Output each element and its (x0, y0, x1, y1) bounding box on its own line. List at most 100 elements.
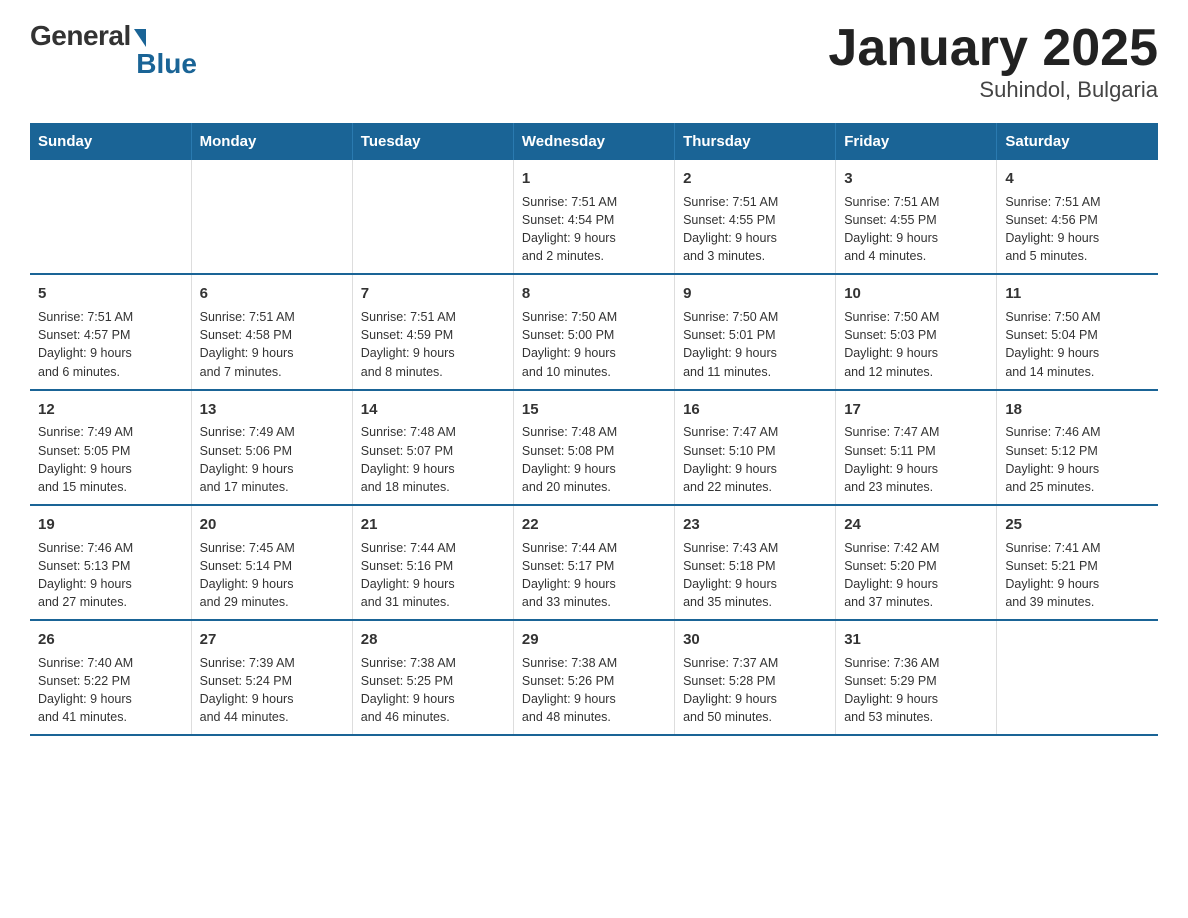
calendar-cell: 8 Sunrise: 7:50 AMSunset: 5:00 PMDaylight… (513, 274, 674, 389)
day-number: 31 (844, 629, 988, 651)
calendar-cell: 10 Sunrise: 7:50 AMSunset: 5:03 PMDayligh… (836, 274, 997, 389)
calendar-cell: 3Sunrise: 7:51 AMSunset: 4:55 PMDaylight… (836, 160, 997, 274)
calendar-cell: 15Sunrise: 7:48 AMSunset: 5:08 PMDayligh… (513, 390, 674, 505)
day-number: 28 (361, 629, 505, 651)
day-info: Sunrise: 7:46 AMSunset: 5:13 PMDaylight:… (38, 539, 183, 612)
day-info: Sunrise: 7:49 AMSunset: 5:06 PMDaylight:… (200, 423, 344, 496)
day-info: Sunrise: 7:50 AMSunset: 5:04 PMDaylight:… (1005, 308, 1150, 381)
day-info: Sunrise: 7:45 AMSunset: 5:14 PMDaylight:… (200, 539, 344, 612)
calendar-cell: 24 Sunrise: 7:42 AMSunset: 5:20 PMDayligh… (836, 505, 997, 620)
calendar-cell: 13Sunrise: 7:49 AMSunset: 5:06 PMDayligh… (191, 390, 352, 505)
day-info: Sunrise: 7:50 AMSunset: 5:00 PMDaylight:… (522, 308, 666, 381)
day-info: Sunrise: 7:36 AMSunset: 5:29 PMDaylight:… (844, 654, 988, 727)
day-info: Sunrise: 7:46 AMSunset: 5:12 PMDaylight:… (1005, 423, 1150, 496)
day-number: 13 (200, 399, 344, 421)
day-info: Sunrise: 7:38 AMSunset: 5:25 PMDaylight:… (361, 654, 505, 727)
calendar-cell: 26Sunrise: 7:40 AMSunset: 5:22 PMDayligh… (30, 620, 191, 735)
calendar-cell: 19Sunrise: 7:46 AMSunset: 5:13 PMDayligh… (30, 505, 191, 620)
day-info: Sunrise: 7:43 AMSunset: 5:18 PMDaylight:… (683, 539, 827, 612)
day-info: Sunrise: 7:42 AMSunset: 5:20 PMDaylight:… (844, 539, 988, 612)
calendar-subtitle: Suhindol, Bulgaria (828, 77, 1158, 103)
day-info: Sunrise: 7:50 AMSunset: 5:03 PMDaylight:… (844, 308, 988, 381)
day-info: Sunrise: 7:44 AMSunset: 5:16 PMDaylight:… (361, 539, 505, 612)
calendar-cell: 1 Sunrise: 7:51 AMSunset: 4:54 PMDaylight… (513, 160, 674, 274)
day-number: 22 (522, 514, 666, 536)
day-info: Sunrise: 7:51 AMSunset: 4:54 PMDaylight:… (522, 193, 666, 266)
calendar-cell (30, 160, 191, 274)
calendar-week-row: 12Sunrise: 7:49 AMSunset: 5:05 PMDayligh… (30, 390, 1158, 505)
calendar-cell (191, 160, 352, 274)
calendar-cell: 14Sunrise: 7:48 AMSunset: 5:07 PMDayligh… (352, 390, 513, 505)
calendar-cell: 31 Sunrise: 7:36 AMSunset: 5:29 PMDayligh… (836, 620, 997, 735)
day-info: Sunrise: 7:37 AMSunset: 5:28 PMDaylight:… (683, 654, 827, 727)
day-number: 7 (361, 283, 505, 305)
day-number: 21 (361, 514, 505, 536)
calendar-cell: 21 Sunrise: 7:44 AMSunset: 5:16 PMDayligh… (352, 505, 513, 620)
day-number: 1 (522, 168, 666, 190)
calendar-cell: 9 Sunrise: 7:50 AMSunset: 5:01 PMDaylight… (675, 274, 836, 389)
day-info: Sunrise: 7:51 AMSunset: 4:59 PMDaylight:… (361, 308, 505, 381)
day-info: Sunrise: 7:50 AMSunset: 5:01 PMDaylight:… (683, 308, 827, 381)
calendar-cell: 16Sunrise: 7:47 AMSunset: 5:10 PMDayligh… (675, 390, 836, 505)
calendar-cell: 5 Sunrise: 7:51 AMSunset: 4:57 PMDaylight… (30, 274, 191, 389)
calendar-cell: 29Sunrise: 7:38 AMSunset: 5:26 PMDayligh… (513, 620, 674, 735)
calendar-week-row: 1 Sunrise: 7:51 AMSunset: 4:54 PMDaylight… (30, 160, 1158, 274)
calendar-cell: 11 Sunrise: 7:50 AMSunset: 5:04 PMDayligh… (997, 274, 1158, 389)
calendar-cell: 18Sunrise: 7:46 AMSunset: 5:12 PMDayligh… (997, 390, 1158, 505)
logo: General General Blue (30, 20, 197, 80)
day-number: 6 (200, 283, 344, 305)
day-info: Sunrise: 7:51 AMSunset: 4:55 PMDaylight:… (844, 193, 988, 266)
logo-arrow-icon (134, 29, 146, 47)
day-number: 27 (200, 629, 344, 651)
day-info: Sunrise: 7:44 AMSunset: 5:17 PMDaylight:… (522, 539, 666, 612)
title-block: January 2025 Suhindol, Bulgaria (828, 20, 1158, 103)
calendar-cell (352, 160, 513, 274)
day-number: 5 (38, 283, 183, 305)
calendar-week-row: 19Sunrise: 7:46 AMSunset: 5:13 PMDayligh… (30, 505, 1158, 620)
calendar-cell (997, 620, 1158, 735)
day-number: 11 (1005, 283, 1150, 305)
weekday-header-wednesday: Wednesday (513, 123, 674, 160)
day-number: 10 (844, 283, 988, 305)
calendar-cell: 22 Sunrise: 7:44 AMSunset: 5:17 PMDayligh… (513, 505, 674, 620)
calendar-week-row: 26Sunrise: 7:40 AMSunset: 5:22 PMDayligh… (30, 620, 1158, 735)
weekday-header-row: SundayMondayTuesdayWednesdayThursdayFrid… (30, 123, 1158, 160)
day-number: 23 (683, 514, 827, 536)
day-info: Sunrise: 7:40 AMSunset: 5:22 PMDaylight:… (38, 654, 183, 727)
day-number: 8 (522, 283, 666, 305)
day-info: Sunrise: 7:41 AMSunset: 5:21 PMDaylight:… (1005, 539, 1150, 612)
day-number: 24 (844, 514, 988, 536)
day-info: Sunrise: 7:49 AMSunset: 5:05 PMDaylight:… (38, 423, 183, 496)
day-info: Sunrise: 7:38 AMSunset: 5:26 PMDaylight:… (522, 654, 666, 727)
day-info: Sunrise: 7:51 AMSunset: 4:57 PMDaylight:… (38, 308, 183, 381)
calendar-cell: 28 Sunrise: 7:38 AMSunset: 5:25 PMDayligh… (352, 620, 513, 735)
calendar-cell: 27Sunrise: 7:39 AMSunset: 5:24 PMDayligh… (191, 620, 352, 735)
weekday-header-sunday: Sunday (30, 123, 191, 160)
day-number: 20 (200, 514, 344, 536)
weekday-header-thursday: Thursday (675, 123, 836, 160)
calendar-title: January 2025 (828, 20, 1158, 77)
calendar-cell: 17Sunrise: 7:47 AMSunset: 5:11 PMDayligh… (836, 390, 997, 505)
calendar-cell: 12Sunrise: 7:49 AMSunset: 5:05 PMDayligh… (30, 390, 191, 505)
weekday-header-tuesday: Tuesday (352, 123, 513, 160)
calendar-cell: 30Sunrise: 7:37 AMSunset: 5:28 PMDayligh… (675, 620, 836, 735)
calendar-week-row: 5 Sunrise: 7:51 AMSunset: 4:57 PMDaylight… (30, 274, 1158, 389)
day-number: 16 (683, 399, 827, 421)
day-number: 25 (1005, 514, 1150, 536)
day-number: 12 (38, 399, 183, 421)
day-number: 18 (1005, 399, 1150, 421)
calendar-cell: 23 Sunrise: 7:43 AMSunset: 5:18 PMDayligh… (675, 505, 836, 620)
calendar-table: SundayMondayTuesdayWednesdayThursdayFrid… (30, 123, 1158, 736)
day-number: 2 (683, 168, 827, 190)
day-info: Sunrise: 7:47 AMSunset: 5:10 PMDaylight:… (683, 423, 827, 496)
calendar-cell: 25 Sunrise: 7:41 AMSunset: 5:21 PMDayligh… (997, 505, 1158, 620)
calendar-cell: 4Sunrise: 7:51 AMSunset: 4:56 PMDaylight… (997, 160, 1158, 274)
weekday-header-saturday: Saturday (997, 123, 1158, 160)
calendar-cell: 7 Sunrise: 7:51 AMSunset: 4:59 PMDaylight… (352, 274, 513, 389)
calendar-cell: 20 Sunrise: 7:45 AMSunset: 5:14 PMDayligh… (191, 505, 352, 620)
weekday-header-friday: Friday (836, 123, 997, 160)
day-number: 17 (844, 399, 988, 421)
day-info: Sunrise: 7:47 AMSunset: 5:11 PMDaylight:… (844, 423, 988, 496)
day-number: 9 (683, 283, 827, 305)
day-info: Sunrise: 7:51 AMSunset: 4:56 PMDaylight:… (1005, 193, 1150, 266)
